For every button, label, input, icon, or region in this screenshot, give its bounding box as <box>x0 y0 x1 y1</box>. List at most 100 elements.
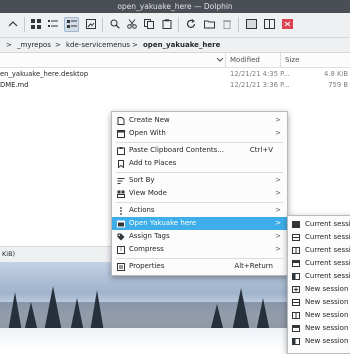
menu-item-shortcut: Alt+Return <box>234 262 273 270</box>
menu-item-assign-tags[interactable]: Assign Tags > <box>112 230 287 243</box>
submenu-item-new-session-split-horizontal[interactable]: New session <box>288 296 350 309</box>
properties-icon <box>117 263 125 271</box>
file-name: DME.md <box>0 81 29 89</box>
file-row[interactable]: DME.md 12/21/21 3:36 P... 759 B <box>0 80 350 91</box>
menu-item-label: Paste Clipboard Contents... <box>129 146 224 154</box>
split-top-icon <box>292 260 300 267</box>
file-size: 759 B <box>328 81 348 89</box>
sort-icon <box>117 178 125 184</box>
menu-item-properties[interactable]: Properties Alt+Return <box>112 260 287 273</box>
terminal-icon <box>117 220 125 228</box>
submenu-item-new-session-split-top[interactable]: New session <box>288 322 350 335</box>
breadcrumb-separator: > <box>132 41 138 49</box>
submenu-item-current-session-split-vertical[interactable]: Current session <box>288 244 350 257</box>
document-new-icon <box>117 117 125 125</box>
submenu-item-current-session[interactable]: Current session <box>288 218 350 231</box>
breadcrumb-item-kde-servicemenus[interactable]: kde-servicemenus <box>66 38 130 52</box>
clipboard-icon <box>117 147 125 155</box>
copy-icon[interactable] <box>142 17 156 31</box>
submenu-item-current-session-split-left[interactable]: Current session <box>288 270 350 283</box>
trash-icon[interactable] <box>220 17 234 31</box>
reload-icon[interactable] <box>184 17 198 31</box>
submenu-item-label: New session <box>305 285 349 293</box>
toolbar-divider <box>102 17 103 32</box>
menu-item-create-new[interactable]: Create New > <box>112 114 287 127</box>
menu-item-label: View Mode <box>129 189 167 197</box>
submenu-item-label: Current session <box>305 246 350 254</box>
file-name: en_yakuake_here.desktop <box>0 70 89 78</box>
menu-item-actions[interactable]: Actions > <box>112 204 287 217</box>
menu-item-open-yakuake-here[interactable]: Open Yakuake here > <box>112 217 287 230</box>
breadcrumb-item-myrepos[interactable]: _myrepos <box>17 38 51 52</box>
context-menu: Create New > Open With > Paste Clipboard… <box>111 111 288 276</box>
menu-item-paste[interactable]: Paste Clipboard Contents... Ctrl+V <box>112 144 287 157</box>
column-divider <box>225 53 226 67</box>
menu-item-label: Open Yakuake here <box>129 219 197 227</box>
menu-item-label: Create New <box>129 116 170 124</box>
menu-item-sort-by[interactable]: Sort By > <box>112 174 287 187</box>
submenu-item-label: Current session <box>305 259 350 267</box>
menu-item-add-to-places[interactable]: Add to Places <box>112 157 287 170</box>
chevron-right-icon: > <box>275 176 281 184</box>
submenu-item-new-session[interactable]: New session <box>288 283 350 296</box>
tree-shape <box>44 286 62 332</box>
menu-item-label: Sort By <box>129 176 155 184</box>
column-divider <box>280 53 281 67</box>
toolbar <box>0 13 350 38</box>
breadcrumb-item-current[interactable]: open_yakuake_here <box>143 38 220 52</box>
menu-item-open-with[interactable]: Open With > <box>112 127 287 140</box>
close-split-icon[interactable] <box>280 17 294 31</box>
column-modified[interactable]: Modified <box>230 53 260 67</box>
file-modified: 12/21/21 3:36 P... <box>230 81 290 89</box>
menu-separator <box>116 172 283 173</box>
submenu-item-current-session-split-horizontal[interactable]: Current session <box>288 231 350 244</box>
compact-view-icon[interactable] <box>46 17 60 31</box>
new-folder-icon[interactable] <box>202 17 216 31</box>
chevron-right-icon: > <box>275 245 281 253</box>
tree-shape <box>232 288 250 332</box>
chevron-down-icon[interactable] <box>216 53 224 67</box>
chevron-right-icon: > <box>275 189 281 197</box>
paste-icon[interactable] <box>160 17 174 31</box>
window-title: open_yakuake_here — Dolphin <box>117 2 233 11</box>
breadcrumb-separator: > <box>55 41 61 49</box>
submenu-item-current-session-split-top[interactable]: Current session <box>288 257 350 270</box>
view-mode-icon <box>117 190 125 198</box>
preview-icon[interactable] <box>84 17 98 31</box>
menu-separator <box>116 258 283 259</box>
title-bar: open_yakuake_here — Dolphin <box>0 0 350 13</box>
split-view-icon[interactable] <box>262 17 276 31</box>
details-view-icon[interactable] <box>64 17 79 32</box>
breadcrumb: > _myrepos > kde-servicemenus > open_yak… <box>0 38 350 53</box>
chevron-right-icon: > <box>275 129 281 137</box>
submenu-item-new-session-split-vertical[interactable]: New session <box>288 309 350 322</box>
submenu-item-label: Current session <box>305 220 350 228</box>
menu-item-compress[interactable]: Compress > <box>112 243 287 256</box>
menu-item-label: Compress <box>129 245 164 253</box>
menu-item-label: Actions <box>129 206 155 214</box>
toolbar-divider <box>24 17 25 32</box>
chevron-right-icon: > <box>275 116 281 124</box>
split-vertical-icon <box>292 247 300 254</box>
split-vertical-icon <box>292 312 300 319</box>
submenu-item-label: New session <box>305 324 349 332</box>
file-row[interactable]: en_yakuake_here.desktop 12/21/21 4:35 P.… <box>0 69 350 80</box>
tree-shape <box>8 292 22 332</box>
cut-icon[interactable] <box>125 17 139 31</box>
file-size: 4.8 KiB <box>324 70 348 78</box>
tree-shape <box>256 298 270 332</box>
toolbar-divider <box>178 17 179 32</box>
menu-item-view-mode[interactable]: View Mode > <box>112 187 287 200</box>
icons-view-icon[interactable] <box>29 17 43 31</box>
menu-item-label: Add to Places <box>129 159 177 167</box>
chevron-right-icon: > <box>275 232 281 240</box>
submenu-item-new-session-split-left[interactable]: New session <box>288 335 350 348</box>
column-size[interactable]: Size <box>285 53 299 67</box>
search-icon[interactable] <box>108 17 122 31</box>
terminal-panel-icon[interactable] <box>244 17 258 31</box>
split-left-icon <box>292 338 300 345</box>
split-top-icon <box>292 325 300 332</box>
chevron-up-icon[interactable] <box>6 17 20 31</box>
split-left-icon <box>292 273 300 280</box>
breadcrumb-separator: > <box>6 41 12 49</box>
